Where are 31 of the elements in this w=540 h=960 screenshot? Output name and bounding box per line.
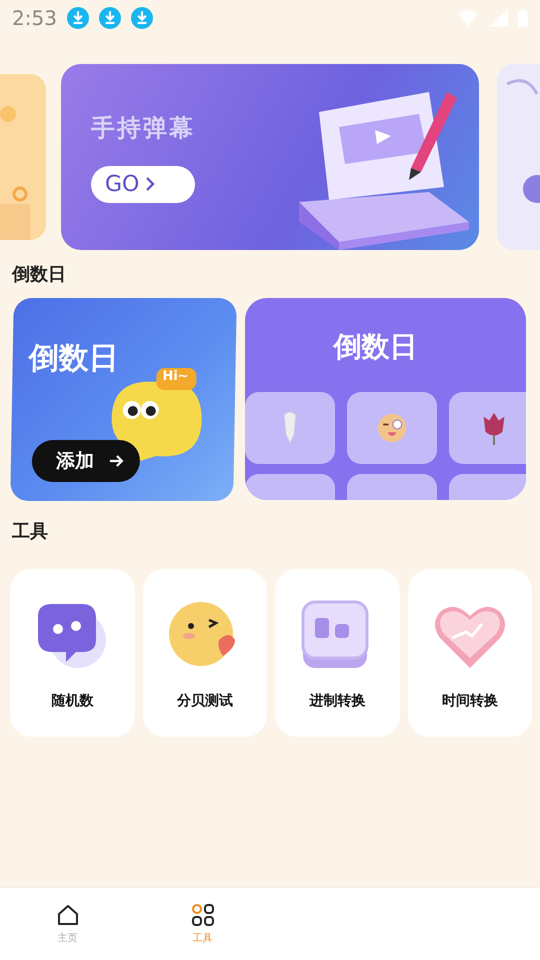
home-icon — [56, 903, 80, 927]
section-title: 工具 — [12, 520, 49, 543]
tool-label: 分贝测试 — [176, 692, 233, 710]
tool-card[interactable]: 进制转换 — [275, 569, 400, 737]
go-button[interactable]: GO — [91, 166, 195, 202]
download-icon — [66, 7, 89, 29]
countdown-card[interactable]: 倒数日 Hi~ 添加 — [10, 298, 237, 501]
card-title: 倒数日 — [28, 340, 120, 378]
tool-card[interactable]: 随机数 — [10, 569, 134, 737]
section-title: 倒数日 — [12, 263, 67, 286]
grid-icon — [190, 903, 214, 927]
banner-card[interactable]: 手持弹幕 GO — [61, 64, 479, 250]
tool-label: 随机数 — [51, 692, 94, 710]
status-time: 2:53 — [12, 6, 57, 30]
chevron-icon — [145, 176, 156, 192]
emoji-icon — [376, 411, 406, 445]
tool-label: 时间转换 — [442, 692, 498, 710]
download-icon — [98, 7, 121, 29]
add-button[interactable]: 添加 — [32, 440, 140, 482]
card-title: 倒数日 — [334, 329, 418, 365]
emoji-tile[interactable] — [448, 392, 526, 464]
emoji-tile[interactable] — [245, 392, 334, 464]
emoji-tile[interactable] — [346, 392, 436, 464]
hi-label: Hi~ — [162, 369, 189, 384]
banner-title: 手持弹幕 — [91, 112, 195, 144]
tool-card[interactable]: 分贝测试 — [142, 569, 267, 737]
arrow-icon — [108, 453, 124, 469]
tool-label: 进制转换 — [309, 692, 366, 710]
download-icon — [130, 7, 153, 29]
tool-card[interactable]: 时间转换 — [408, 569, 532, 737]
countdown-card[interactable]: 倒数日 — [245, 298, 526, 500]
